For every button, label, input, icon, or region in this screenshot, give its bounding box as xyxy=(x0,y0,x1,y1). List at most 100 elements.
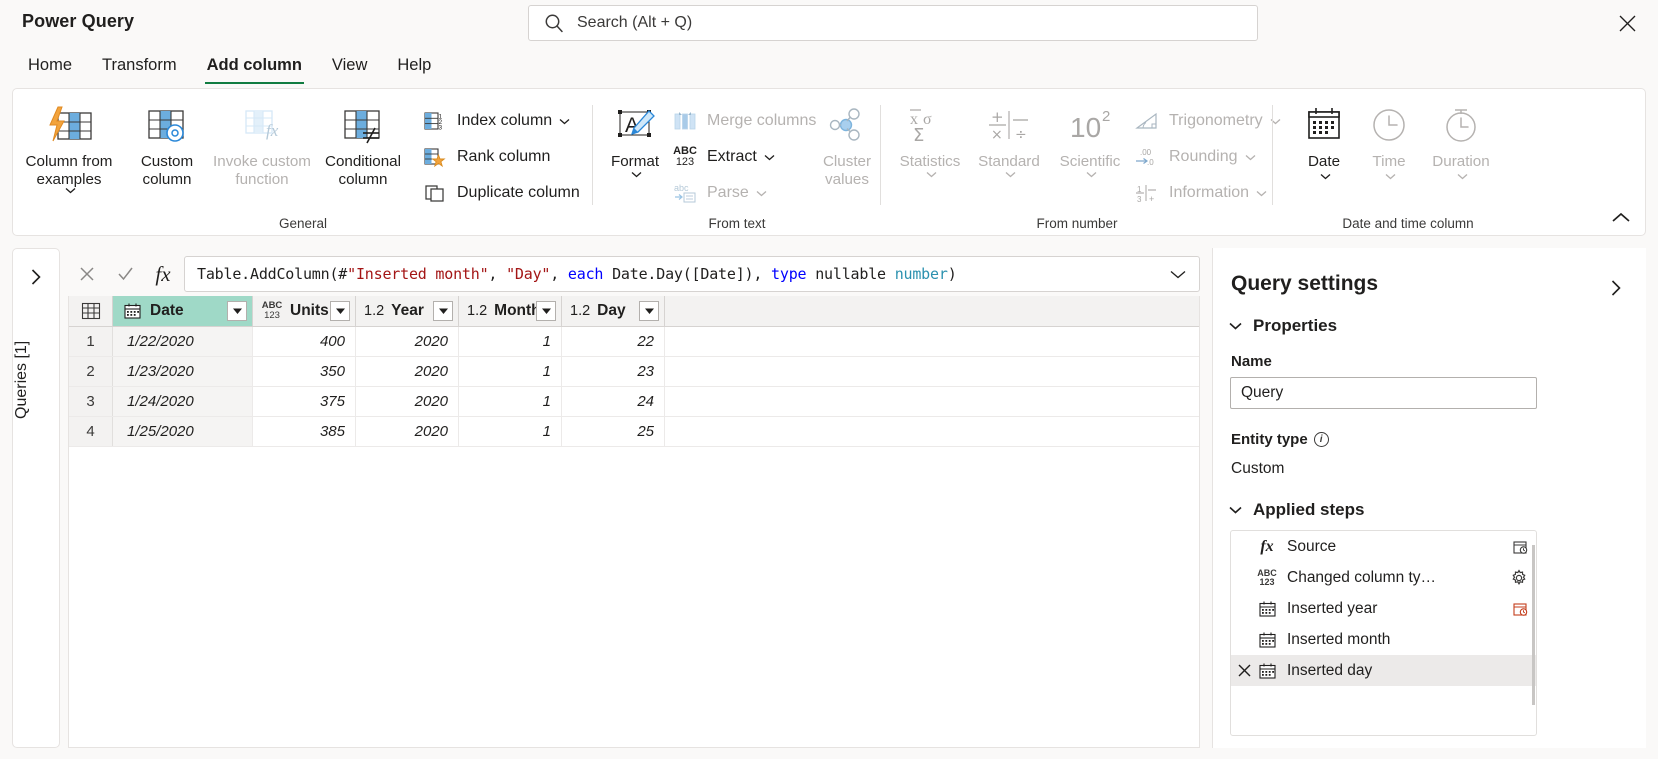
cell-date[interactable]: 1/22/2020 xyxy=(113,327,253,356)
fx-icon[interactable]: fx xyxy=(144,256,182,292)
row-number: 2 xyxy=(69,357,113,386)
filter-dropdown-day[interactable] xyxy=(639,301,659,321)
invoke-custom-function-icon: fx xyxy=(239,99,285,151)
cell-units[interactable]: 375 xyxy=(253,387,356,416)
column-header-label: Day xyxy=(597,302,626,319)
custom-column-button[interactable]: Custom column xyxy=(121,99,213,209)
cell-month[interactable]: 1 xyxy=(459,327,562,356)
cell-year[interactable]: 2020 xyxy=(356,357,459,386)
applied-step-label: Changed column ty… xyxy=(1287,568,1437,586)
column-header-month[interactable]: 1.2 Month xyxy=(459,296,562,326)
table-row[interactable]: 3 1/24/2020 375 2020 1 24 xyxy=(69,387,1199,417)
svg-text:abc: abc xyxy=(674,183,689,193)
table-row[interactable]: 2 1/23/2020 350 2020 1 23 xyxy=(69,357,1199,387)
applied-steps-section-header[interactable]: Applied steps xyxy=(1229,500,1364,520)
column-header-year[interactable]: 1.2 Year xyxy=(356,296,459,326)
info-icon[interactable]: i xyxy=(1313,432,1329,447)
conditional-column-button[interactable]: Conditional column xyxy=(317,99,409,209)
step-settings-icon[interactable] xyxy=(1512,601,1528,617)
chevron-down-icon[interactable] xyxy=(1320,173,1331,180)
rank-column-label: Rank column xyxy=(457,148,551,165)
chevron-down-icon[interactable] xyxy=(65,187,76,194)
trigonometry-icon xyxy=(1133,110,1161,132)
scrollbar-thumb[interactable] xyxy=(1532,545,1535,705)
applied-steps-scrollbar[interactable] xyxy=(1532,531,1536,735)
table-row[interactable]: 4 1/25/2020 385 2020 1 25 xyxy=(69,417,1199,447)
row-filler xyxy=(665,357,1199,386)
collapse-query-settings-icon[interactable] xyxy=(1604,276,1628,300)
cell-units[interactable]: 400 xyxy=(253,327,356,356)
filter-dropdown-year[interactable] xyxy=(433,301,453,321)
tab-view[interactable]: View xyxy=(318,52,381,84)
abc123-icon: ABC 123 xyxy=(1257,567,1277,587)
column-header-units[interactable]: ABC 123 Units xyxy=(253,296,356,326)
chevron-down-icon[interactable] xyxy=(559,118,570,125)
select-all-table-icon[interactable] xyxy=(69,296,113,326)
column-from-examples-icon xyxy=(46,99,92,151)
cell-date[interactable]: 1/24/2020 xyxy=(113,387,253,416)
filter-dropdown-date[interactable] xyxy=(227,301,247,321)
search-box[interactable]: Search (Alt + Q) xyxy=(528,5,1258,41)
checkmark-icon[interactable] xyxy=(106,256,144,292)
formula-input[interactable]: Table.AddColumn(#"Inserted month", "Day"… xyxy=(184,256,1200,292)
row-filler xyxy=(665,327,1199,356)
cell-year[interactable]: 2020 xyxy=(356,417,459,446)
tab-transform[interactable]: Transform xyxy=(88,52,191,84)
applied-step-inserted-month[interactable]: Inserted month xyxy=(1231,624,1536,655)
expand-queries-icon[interactable] xyxy=(13,261,59,293)
cell-month[interactable]: 1 xyxy=(459,417,562,446)
duplicate-column-button[interactable]: Duplicate column xyxy=(421,177,580,209)
table-row[interactable]: 1 1/22/2020 400 2020 1 22 xyxy=(69,327,1199,357)
rounding-button: .00 .0 Rounding xyxy=(1133,141,1256,173)
cell-year[interactable]: 2020 xyxy=(356,327,459,356)
column-header-day[interactable]: 1.2 Day xyxy=(562,296,665,326)
collapse-ribbon-icon[interactable] xyxy=(1607,205,1635,229)
index-column-button[interactable]: 1 2 3 Index column xyxy=(421,105,570,137)
ribbon-group-date-time-label: Date and time column xyxy=(1342,216,1474,231)
format-button[interactable]: A Format xyxy=(599,99,671,209)
query-name-input[interactable]: Query xyxy=(1230,377,1537,409)
applied-step-inserted-day[interactable]: Inserted day xyxy=(1231,655,1536,686)
applied-step-source[interactable]: fx Source xyxy=(1231,531,1536,562)
formula-bar: fx Table.AddColumn(#"Inserted month", "D… xyxy=(68,255,1200,293)
chevron-down-icon[interactable] xyxy=(764,154,775,161)
extract-button[interactable]: ABC 123 Extract xyxy=(671,141,775,173)
time-icon xyxy=(1369,99,1409,151)
queries-pane-label[interactable]: Queries [1] xyxy=(13,305,59,455)
decimal-icon: 1.2 xyxy=(467,303,488,319)
close-icon[interactable] xyxy=(1610,8,1644,38)
row-number: 4 xyxy=(69,417,113,446)
expand-formula-icon[interactable] xyxy=(1165,270,1191,279)
cell-day[interactable]: 22 xyxy=(562,327,665,356)
cell-day[interactable]: 23 xyxy=(562,357,665,386)
cell-day[interactable]: 24 xyxy=(562,387,665,416)
column-from-examples-button[interactable]: Column from examples xyxy=(23,99,115,209)
filter-dropdown-month[interactable] xyxy=(536,301,556,321)
cell-month[interactable]: 1 xyxy=(459,357,562,386)
cell-units[interactable]: 385 xyxy=(253,417,356,446)
properties-section-header[interactable]: Properties xyxy=(1229,316,1337,336)
chevron-down-icon xyxy=(1005,171,1016,178)
source-settings-icon[interactable] xyxy=(1512,539,1528,555)
standard-label: Standard xyxy=(978,153,1040,170)
chevron-down-icon[interactable] xyxy=(631,171,642,178)
date-button[interactable]: Date xyxy=(1291,99,1357,209)
applied-step-changed-column-type[interactable]: ABC 123 Changed column ty… xyxy=(1231,562,1536,593)
applied-step-label: Source xyxy=(1287,537,1337,555)
tab-home[interactable]: Home xyxy=(14,52,86,84)
cell-year[interactable]: 2020 xyxy=(356,387,459,416)
cell-date[interactable]: 1/23/2020 xyxy=(113,357,253,386)
applied-step-inserted-year[interactable]: Inserted year xyxy=(1231,593,1536,624)
column-header-date[interactable]: Date xyxy=(113,296,253,326)
tab-help[interactable]: Help xyxy=(383,52,445,84)
filter-dropdown-units[interactable] xyxy=(330,301,350,321)
gear-icon[interactable] xyxy=(1510,568,1528,587)
rank-column-button[interactable]: Rank column xyxy=(421,141,550,173)
cell-units[interactable]: 350 xyxy=(253,357,356,386)
delete-step-icon[interactable] xyxy=(1235,664,1253,677)
cell-day[interactable]: 25 xyxy=(562,417,665,446)
tab-add-column[interactable]: Add column xyxy=(193,52,316,84)
cell-date[interactable]: 1/25/2020 xyxy=(113,417,253,446)
cancel-icon[interactable] xyxy=(68,256,106,292)
cell-month[interactable]: 1 xyxy=(459,387,562,416)
